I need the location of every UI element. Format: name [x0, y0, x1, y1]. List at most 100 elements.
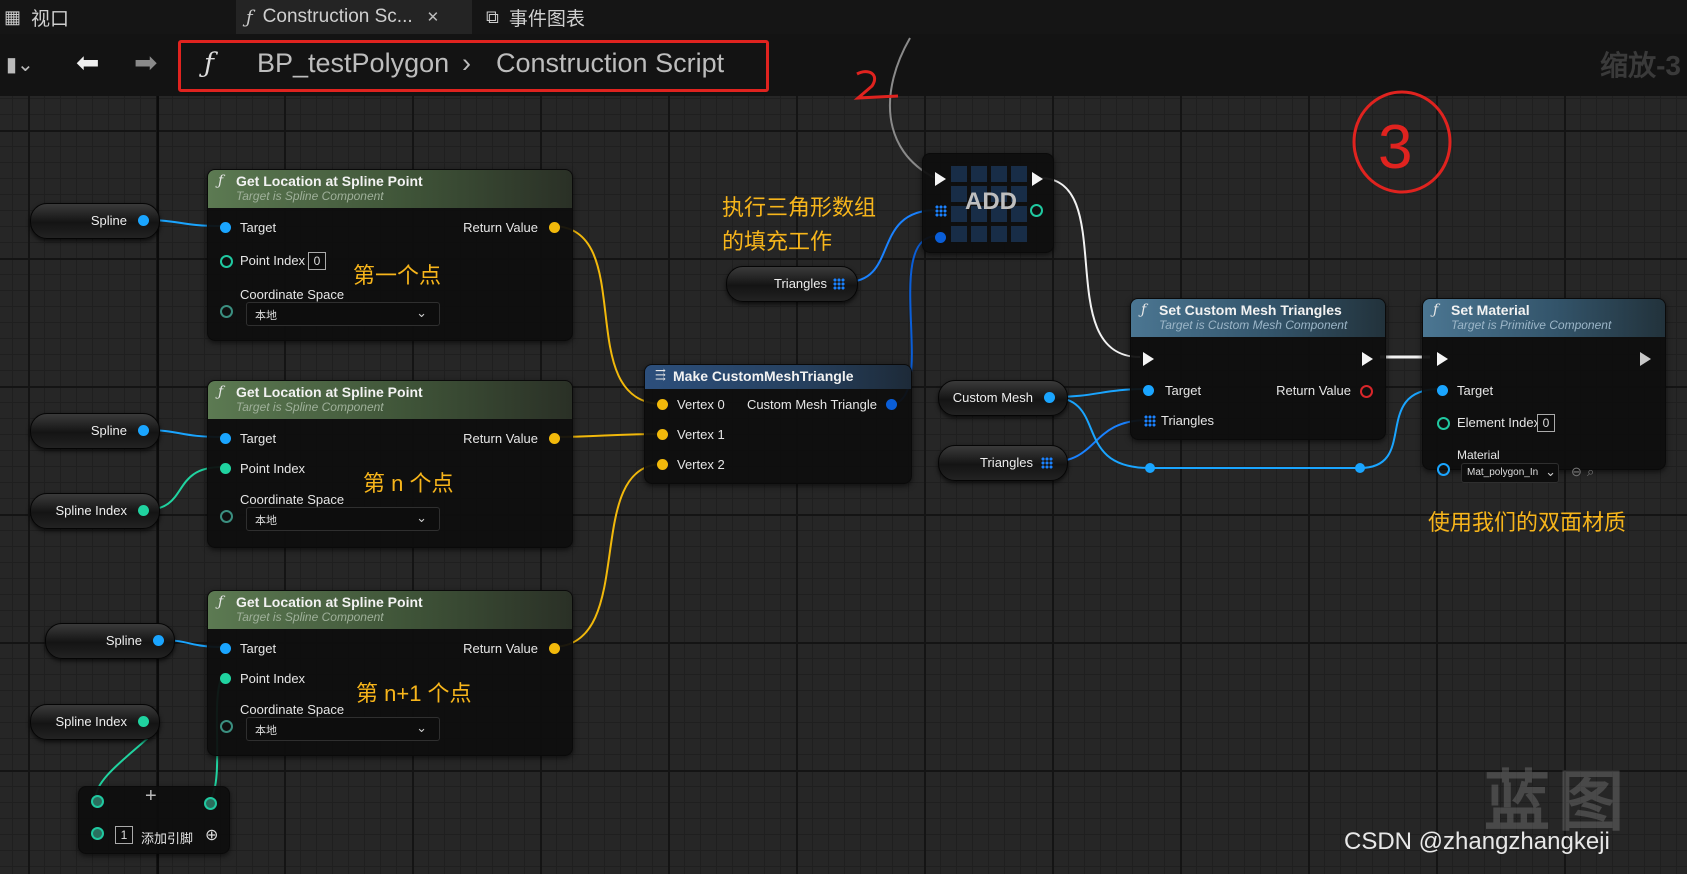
- target-input-pin[interactable]: [1143, 385, 1154, 396]
- set-material-node[interactable]: ƒ Set Material Target is Primitive Compo…: [1422, 298, 1666, 483]
- exec-output-pin[interactable]: [1362, 352, 1373, 366]
- target-input-pin[interactable]: [1437, 385, 1448, 396]
- return-value-label: Return Value: [1276, 383, 1351, 398]
- array-input-pin-1[interactable]: [91, 827, 104, 840]
- target-label: Target: [240, 641, 277, 656]
- triangles-variable-1[interactable]: Triangles: [726, 266, 858, 302]
- spline-index-variable-2[interactable]: Spline Index: [30, 704, 160, 740]
- node-header: ƒ Set Material Target is Primitive Compo…: [1423, 299, 1665, 337]
- get-location-node-3[interactable]: ƒ Get Location at Spline Point Target is…: [207, 590, 573, 756]
- add-pin-label[interactable]: 添加引脚: [141, 828, 193, 847]
- array-pin-icon[interactable]: [833, 278, 845, 290]
- node-header: ƒ Set Custom Mesh Triangles Target is Cu…: [1131, 299, 1385, 337]
- return-value-pin[interactable]: [1360, 385, 1373, 398]
- spline-variable-3[interactable]: Spline: [45, 623, 175, 659]
- spline-index-output-pin[interactable]: [138, 716, 149, 727]
- array-input-pin-0[interactable]: [91, 795, 104, 808]
- spline-index-output-pin[interactable]: [138, 505, 149, 516]
- material-value: Mat_polygon_In: [1467, 467, 1539, 478]
- node-title: Make CustomMeshTriangle: [673, 368, 854, 384]
- close-tab-icon[interactable]: ✕: [427, 8, 440, 26]
- point-index-field[interactable]: 0: [308, 252, 326, 270]
- array-pin-icon[interactable]: [1041, 457, 1053, 469]
- point-index-label: Point Index: [240, 671, 306, 686]
- vertex-0-pin[interactable]: [657, 399, 668, 410]
- make-array-node[interactable]: + 1 添加引脚 ⊕: [78, 785, 230, 854]
- set-custom-mesh-triangles-node[interactable]: ƒ Set Custom Mesh Triangles Target is Cu…: [1130, 298, 1386, 440]
- add-node-title: ADD: [965, 188, 1017, 215]
- breadcrumb-blueprint[interactable]: BP_testPolygon: [257, 48, 449, 79]
- get-location-node-1[interactable]: ƒ Get Location at Spline Point Target is…: [207, 169, 573, 341]
- triangles-variable-2[interactable]: Triangles: [938, 445, 1068, 481]
- exec-input-pin[interactable]: [1143, 352, 1154, 366]
- target-input-pin[interactable]: [220, 643, 231, 654]
- back-arrow-icon[interactable]: ⬅: [76, 46, 99, 79]
- spline-variable-label: Spline: [90, 423, 127, 438]
- return-value-pin[interactable]: [549, 643, 560, 654]
- exec-input-pin[interactable]: [1437, 352, 1448, 366]
- vertex-1-pin[interactable]: [657, 429, 668, 440]
- exec-output-pin[interactable]: [1640, 352, 1651, 366]
- spline-variable-2[interactable]: Spline: [30, 413, 160, 449]
- spline-index-variable-1[interactable]: Spline Index: [30, 493, 160, 529]
- custom-mesh-variable[interactable]: Custom Mesh: [938, 380, 1068, 416]
- node-subtitle: Target is Spline Component: [236, 189, 384, 203]
- target-input-pin[interactable]: [220, 222, 231, 233]
- material-pin[interactable]: [1437, 463, 1450, 476]
- coordinate-space-pin[interactable]: [220, 720, 233, 733]
- tab-construction-script[interactable]: ƒ Construction Sc... ✕: [236, 0, 472, 34]
- annotation-mark-2: 2: [856, 66, 857, 67]
- node-subtitle: Target is Spline Component: [236, 610, 384, 624]
- material-dropdown[interactable]: Mat_polygon_In ⌄: [1461, 463, 1559, 483]
- forward-arrow-icon[interactable]: ➡: [134, 46, 157, 79]
- use-selected-asset-icon[interactable]: ⊖: [1571, 464, 1582, 480]
- target-array-pin[interactable]: [935, 205, 947, 217]
- annotation-fill-line2: 的填充工作: [722, 229, 833, 254]
- event-graph-icon: ⧉: [486, 6, 499, 27]
- spline-variable-1[interactable]: Spline: [30, 203, 160, 239]
- coordinate-space-dropdown[interactable]: 本地 ⌄: [246, 507, 440, 531]
- vertex-0-label: Vertex 0: [677, 397, 725, 412]
- coordinate-space-dropdown[interactable]: 本地 ⌄: [246, 302, 440, 326]
- point-index-pin[interactable]: [220, 463, 231, 474]
- coordinate-space-pin[interactable]: [220, 305, 233, 318]
- point-index-pin[interactable]: [220, 673, 231, 684]
- triangles-array-pin[interactable]: [1144, 415, 1156, 427]
- element-index-pin[interactable]: [1437, 417, 1450, 430]
- point-index-pin[interactable]: [220, 255, 233, 268]
- breadcrumb-separator: ›: [462, 48, 471, 78]
- browse-asset-icon[interactable]: ⌕: [1587, 464, 1594, 480]
- return-value-pin[interactable]: [549, 222, 560, 233]
- breadcrumb-graph[interactable]: Construction Script: [496, 48, 724, 79]
- bookmark-icon[interactable]: ▮⌄: [6, 52, 34, 77]
- tab-event-graph-label: 事件图表: [508, 8, 585, 30]
- array-index-field[interactable]: 1: [115, 826, 133, 844]
- coordinate-space-label: Coordinate Space: [240, 287, 345, 302]
- coordinate-space-dropdown[interactable]: 本地 ⌄: [246, 717, 440, 741]
- custom-mesh-triangle-pin[interactable]: [886, 399, 897, 410]
- return-value-pin[interactable]: [549, 433, 560, 444]
- spline-output-pin[interactable]: [138, 215, 149, 226]
- function-icon: ƒ: [246, 6, 253, 28]
- spline-output-pin[interactable]: [138, 425, 149, 436]
- array-add-node[interactable]: ADD: [922, 153, 1054, 253]
- target-label: Target: [240, 431, 277, 446]
- element-index-field[interactable]: 0: [1537, 414, 1555, 432]
- exec-input-pin[interactable]: [935, 172, 946, 186]
- node-header: ƒ Get Location at Spline Point Target is…: [208, 381, 572, 419]
- exec-output-pin[interactable]: [1032, 172, 1043, 186]
- make-custom-mesh-triangle-node[interactable]: ⇶ Make CustomMeshTriangle Vertex 0 Custo…: [644, 364, 912, 484]
- vertex-2-pin[interactable]: [657, 459, 668, 470]
- spline-output-pin[interactable]: [153, 635, 164, 646]
- tab-viewport[interactable]: ▦ 视口: [4, 0, 204, 34]
- zoom-level: 缩放-3: [1600, 50, 1681, 81]
- add-pin-icon[interactable]: ⊕: [205, 825, 218, 845]
- index-output-pin[interactable]: [1030, 204, 1043, 217]
- tab-event-graph[interactable]: ⧉ 事件图表: [486, 0, 646, 34]
- new-item-pin[interactable]: [935, 232, 946, 243]
- target-input-pin[interactable]: [220, 433, 231, 444]
- array-output-pin[interactable]: [204, 797, 217, 810]
- coordinate-space-pin[interactable]: [220, 510, 233, 523]
- custom-mesh-output-pin[interactable]: [1044, 392, 1055, 403]
- get-location-node-2[interactable]: ƒ Get Location at Spline Point Target is…: [207, 380, 573, 548]
